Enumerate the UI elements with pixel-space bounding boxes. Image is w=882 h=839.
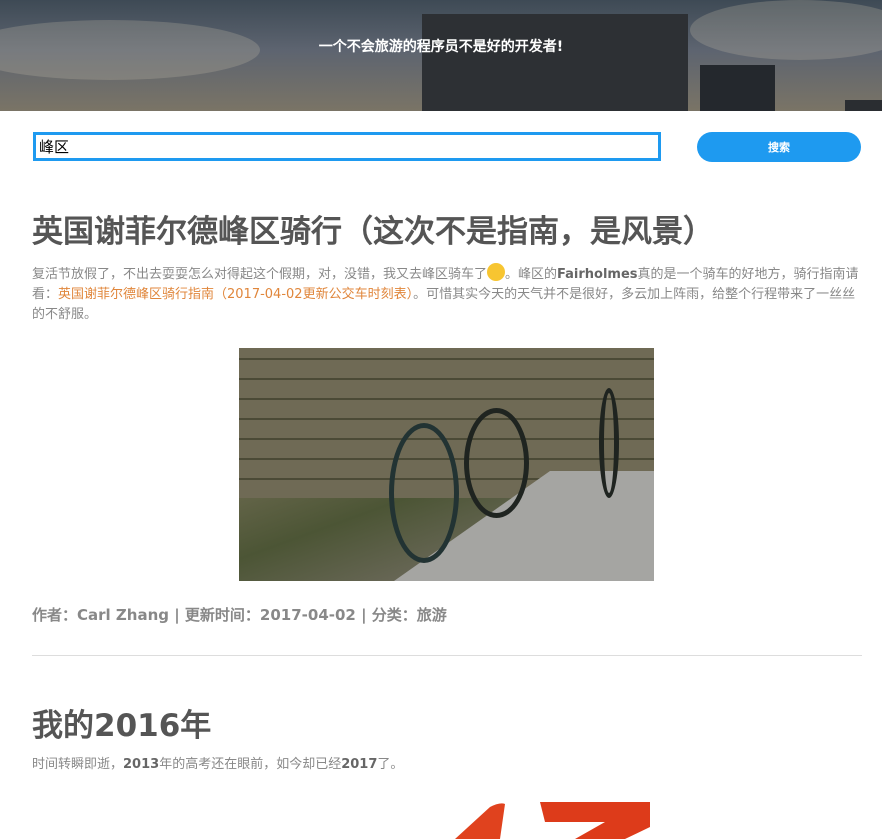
search-input[interactable]	[33, 132, 661, 161]
excerpt-text: 年的高考还在眼前，如今却已经	[159, 757, 342, 772]
digit-shape	[455, 803, 505, 839]
bike-wheel	[464, 408, 529, 518]
excerpt-text: 复活节放假了，不出去耍耍怎么对得起这个假期，对，没错，我又去峰区骑车了	[32, 267, 488, 282]
bike-wheel	[599, 388, 619, 498]
excerpt-text: 。峰区的	[505, 267, 558, 282]
excerpt-bold: 2013	[123, 757, 160, 772]
digit-shape	[540, 802, 650, 839]
building	[422, 14, 688, 111]
search-button[interactable]: 搜索	[697, 132, 861, 162]
building	[845, 100, 882, 111]
building	[700, 65, 775, 111]
laughing-emoji-icon	[487, 263, 506, 281]
post-excerpt: 复活节放假了，不出去耍耍怎么对得起这个假期，对，没错，我又去峰区骑车了 。峰区的F…	[32, 263, 862, 325]
site-tagline: 一个不会旅游的程序员不是好的开发者!	[318, 39, 564, 55]
post-title[interactable]: 英国谢菲尔德峰区骑行（这次不是指南，是风景）	[32, 206, 714, 251]
excerpt-bold: Fairholmes	[557, 267, 638, 282]
excerpt-text: 了。	[377, 757, 404, 772]
post-excerpt: 时间转瞬即逝，2013年的高考还在眼前，如今却已经2017了。	[32, 755, 862, 775]
divider	[32, 655, 862, 656]
header-banner: 一个不会旅游的程序员不是好的开发者!	[0, 0, 882, 111]
bike-wheel	[389, 423, 459, 563]
post-title[interactable]: 我的2016年	[32, 700, 211, 745]
post-image-2017[interactable]	[455, 802, 655, 839]
excerpt-text: 时间转瞬即逝，	[32, 757, 124, 772]
post-meta: 作者：Carl Zhang | 更新时间：2017-04-02 | 分类：旅游	[32, 606, 447, 624]
post-image-bicycles[interactable]	[239, 348, 654, 581]
excerpt-bold: 2017	[341, 757, 378, 772]
guide-link[interactable]: 英国谢菲尔德峰区骑行指南（2017-04-02更新公交车时刻表）	[58, 287, 413, 302]
